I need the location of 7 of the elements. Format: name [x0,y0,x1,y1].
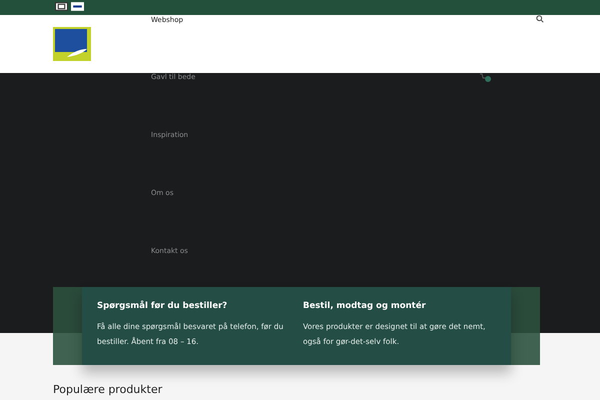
section-heading: Populære produkter [53,383,164,396]
info-title: Bestil, modtag og montér [303,301,427,311]
search-icon[interactable] [536,15,544,23]
logo[interactable] [53,27,91,61]
info-title: Spørgsmål før du bestiller? [97,301,228,311]
card-icon [55,2,68,11]
cart-icon[interactable] [480,73,492,83]
